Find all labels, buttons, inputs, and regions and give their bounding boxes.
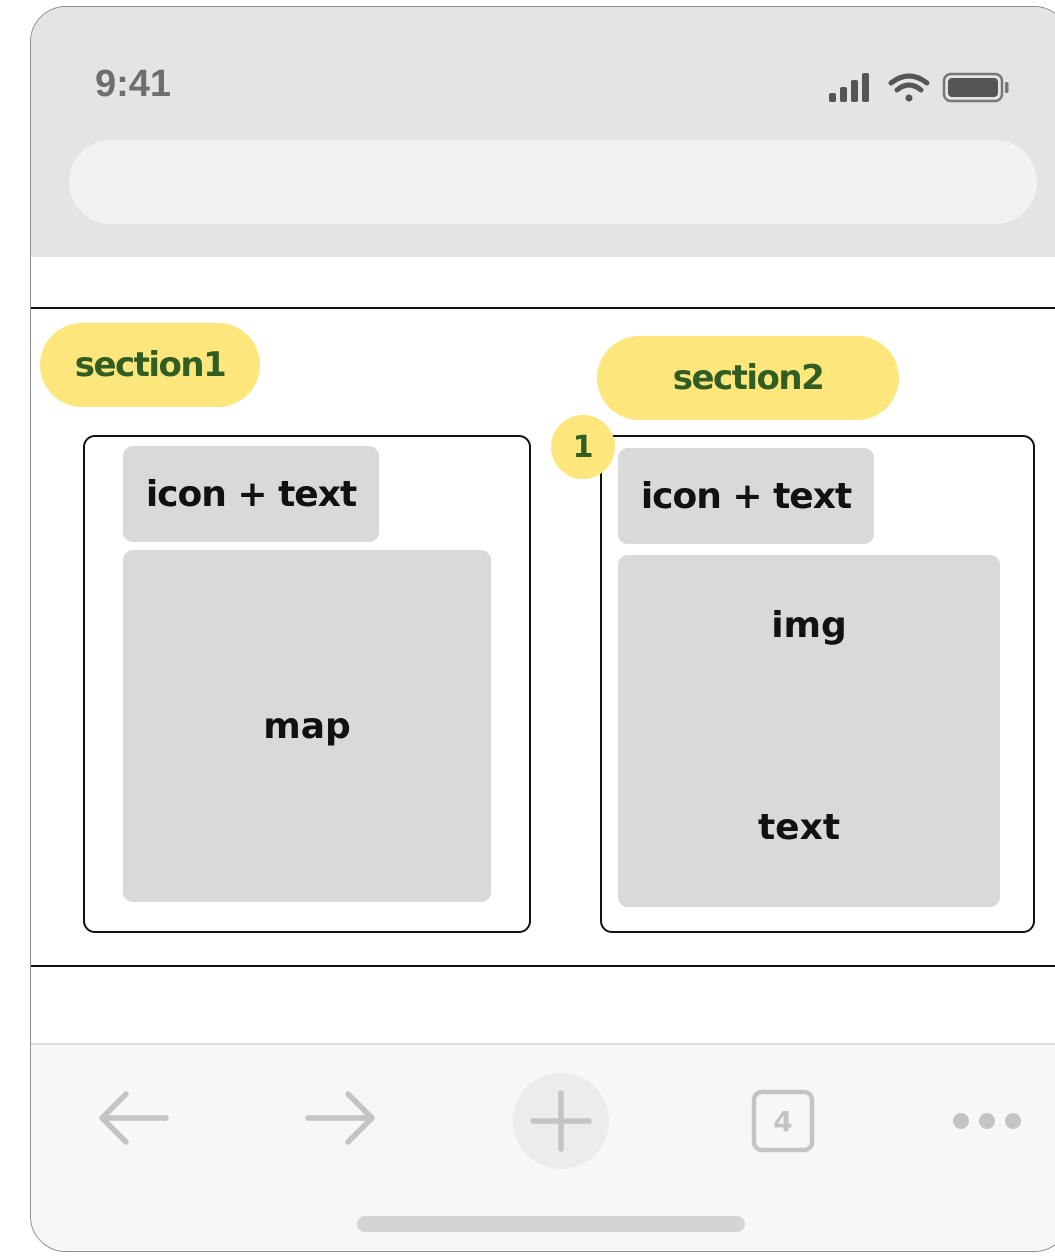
browser-top-bar: 9:41 <box>31 7 1055 257</box>
map-placeholder: map <box>123 550 491 902</box>
section2-card[interactable]: icon + text img text <box>600 435 1035 933</box>
phone-frame: 9:41 section1 section2 icon + text map i… <box>30 6 1055 1252</box>
more-button[interactable] <box>949 1101 1029 1141</box>
new-tab-button[interactable] <box>513 1073 609 1169</box>
section2-label: section2 <box>597 336 899 420</box>
tabs-button[interactable]: 4 <box>751 1089 815 1153</box>
address-bar[interactable] <box>69 140 1037 224</box>
home-indicator <box>357 1216 745 1232</box>
section1-label: section1 <box>40 323 260 407</box>
tab-count: 4 <box>773 1104 793 1138</box>
card-header-chip: icon + text <box>123 446 379 542</box>
back-arrow-icon <box>99 1091 169 1145</box>
status-icons <box>829 72 1009 103</box>
new-tab-plus-icon <box>530 1090 592 1152</box>
back-button[interactable] <box>93 1083 173 1153</box>
page-content: section1 section2 icon + text map icon +… <box>31 307 1055 967</box>
forward-button[interactable] <box>301 1083 381 1153</box>
img-label: img <box>771 605 847 646</box>
card-header-chip: icon + text <box>618 448 874 544</box>
battery-icon <box>942 72 1009 103</box>
annotation-badge: 1 <box>551 415 615 479</box>
text-label: text <box>757 807 841 848</box>
section1-card[interactable]: icon + text map <box>83 435 531 933</box>
wifi-icon <box>888 73 930 102</box>
more-icon <box>953 1113 1021 1129</box>
image-text-placeholder: img text <box>618 555 1000 907</box>
forward-arrow-icon <box>305 1091 375 1145</box>
status-time: 9:41 <box>95 63 172 105</box>
cellular-signal-icon <box>829 73 869 102</box>
map-label: map <box>263 705 351 747</box>
